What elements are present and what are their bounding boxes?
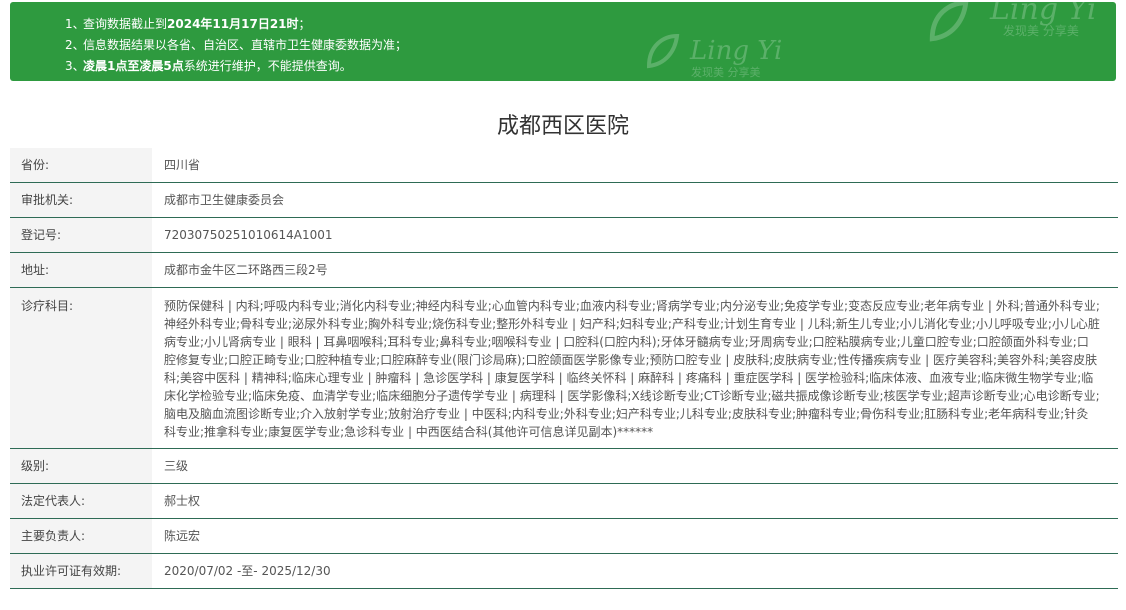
notice-item-3: 3、凌晨1点至凌晨5点系统进行维护，不能提供查询。 [65, 56, 1116, 77]
field-label: 登记号: [10, 217, 152, 253]
notice-item-number: 3、 [65, 59, 85, 73]
field-label: 省份: [10, 148, 152, 183]
info-row-legal-rep: 法定代表人: 郝士权 [10, 483, 1118, 519]
field-label: 诊疗科目: [10, 287, 152, 449]
notice-banner: 1、查询数据截止到2024年11月17日21时； 2、信息数据结果以各省、自治区… [10, 2, 1116, 81]
field-label: 执业许可证有效期: [10, 553, 152, 589]
field-label: 法定代表人: [10, 483, 152, 519]
field-value: 2020/07/02 -至- 2025/12/30 [152, 553, 1118, 589]
notice-item-number: 1、 [65, 17, 85, 31]
info-row-province: 省份: 四川省 [10, 148, 1118, 183]
notice-item-suffix: ； [298, 17, 311, 31]
notice-item-suffix: 系统进行维护，不能提供查询。 [183, 59, 352, 73]
field-value: 成都市卫生健康委员会 [152, 182, 1118, 218]
field-label: 级别: [10, 448, 152, 484]
notice-item-number: 2、 [65, 38, 85, 52]
field-value: 郝士权 [152, 483, 1118, 519]
info-row-approval: 审批机关: 成都市卫生健康委员会 [10, 182, 1118, 218]
field-value: 预防保健科 | 内科;呼吸内科专业;消化内科专业;神经内科专业;心血管内科专业;… [164, 299, 1100, 439]
notice-item-highlight: 2024年11月17日21时 [167, 17, 299, 31]
field-label: 地址: [10, 252, 152, 288]
notice-item-text: 信息数据结果以各省、自治区、直辖市卫生健康委数据为准； [83, 38, 408, 52]
field-label: 主要负责人: [10, 518, 152, 554]
info-row-license-validity: 执业许可证有效期: 2020/07/02 -至- 2025/12/30 [10, 553, 1118, 589]
notice-item-2: 2、信息数据结果以各省、自治区、直辖市卫生健康委数据为准； [65, 35, 1116, 56]
info-row-principal: 主要负责人: 陈远宏 [10, 518, 1118, 554]
field-value: 四川省 [152, 148, 1118, 183]
info-row-registration: 登记号: 72030750251010614A1001 [10, 217, 1118, 253]
notice-item-text: 查询数据截止到 [83, 17, 168, 31]
notice-item-1: 1、查询数据截止到2024年11月17日21时； [65, 14, 1116, 35]
info-row-departments: 诊疗科目: 预防保健科 | 内科;呼吸内科专业;消化内科专业;神经内科专业;心血… [10, 287, 1118, 449]
info-row-address: 地址: 成都市金牛区二环路西三段2号 [10, 252, 1118, 288]
field-value: 成都市金牛区二环路西三段2号 [152, 252, 1118, 288]
notice-item-highlight: 凌晨1点至凌晨5点 [83, 59, 184, 73]
hospital-info-table: 省份: 四川省 审批机关: 成都市卫生健康委员会 登记号: 7203075025… [10, 148, 1118, 589]
info-row-level: 级别: 三级 [10, 448, 1118, 484]
field-value: 72030750251010614A1001 [152, 217, 1118, 253]
notice-list: 1、查询数据截止到2024年11月17日21时； 2、信息数据结果以各省、自治区… [10, 14, 1116, 77]
field-value-wrap: 预防保健科 | 内科;呼吸内科专业;消化内科专业;神经内科专业;心血管内科专业;… [152, 287, 1118, 449]
field-value: 三级 [152, 448, 1118, 484]
field-label: 审批机关: [10, 182, 152, 218]
field-value: 陈远宏 [152, 518, 1118, 554]
hospital-name: 成都西区医院 [496, 114, 629, 139]
